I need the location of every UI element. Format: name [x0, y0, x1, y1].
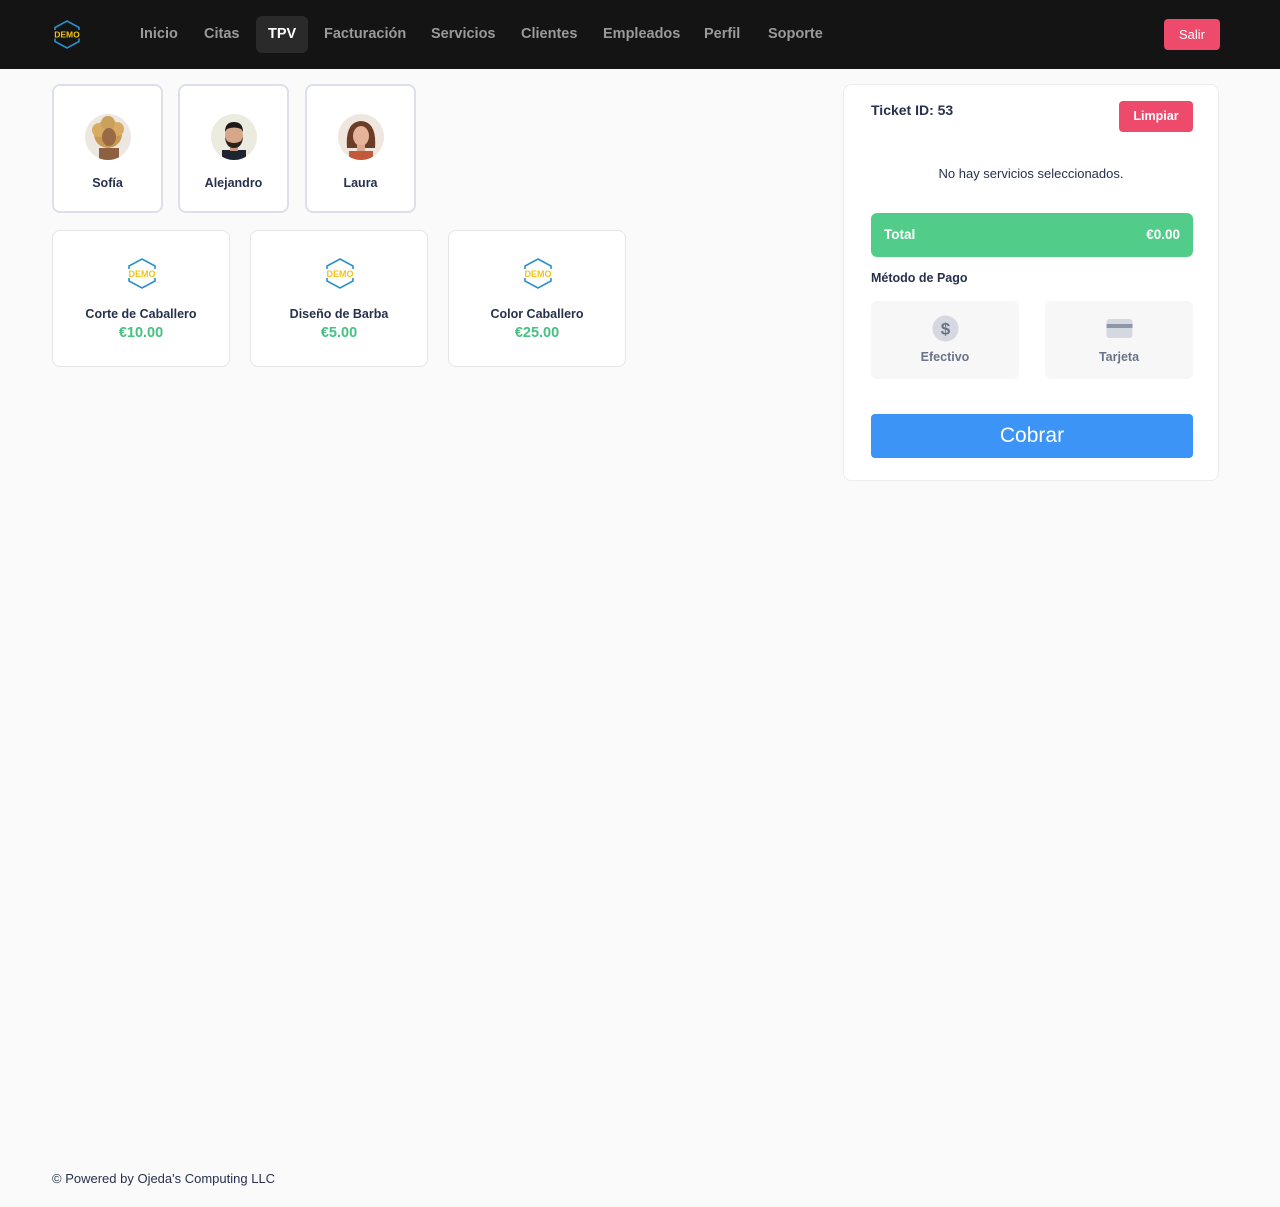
- total-bar: Total €0.00: [871, 213, 1193, 257]
- top-navbar: DEMO Inicio Citas TPV Facturación Servic…: [0, 0, 1280, 69]
- service-name: Corte de Caballero: [85, 307, 197, 321]
- service-card-color-caballero[interactable]: DEMO Color Caballero €25.00: [448, 230, 626, 367]
- avatar: [85, 114, 131, 160]
- empty-services-message: No hay servicios seleccionados.: [938, 166, 1124, 181]
- demo-logo-icon: DEMO: [128, 258, 156, 289]
- employee-card-sofia[interactable]: Sofía: [52, 84, 163, 213]
- clear-button[interactable]: Limpiar: [1119, 101, 1193, 132]
- svg-text:DEMO: DEMO: [54, 30, 80, 40]
- nav-empleados[interactable]: Empleados: [591, 16, 692, 53]
- employee-name: Sofía: [92, 176, 123, 190]
- employee-name: Laura: [343, 176, 378, 190]
- nav-soporte[interactable]: Soporte: [756, 16, 835, 53]
- ticket-panel: Ticket ID: 53 Limpiar No hay servicios s…: [843, 84, 1219, 481]
- service-name: Color Caballero: [490, 307, 584, 321]
- total-label: Total: [884, 227, 916, 242]
- demo-logo-icon: DEMO: [524, 258, 552, 289]
- service-price: €5.00: [320, 325, 358, 341]
- nav-clientes[interactable]: Clientes: [509, 16, 589, 53]
- service-price: €10.00: [118, 325, 164, 341]
- credit-card-icon: [1106, 319, 1133, 338]
- svg-text:DEMO: DEMO: [525, 269, 552, 279]
- service-card-corte-caballero[interactable]: DEMO Corte de Caballero €10.00: [52, 230, 230, 367]
- avatar: [338, 114, 384, 160]
- logout-button[interactable]: Salir: [1164, 19, 1220, 50]
- demo-logo-icon[interactable]: DEMO: [53, 20, 81, 49]
- total-value: €0.00: [1146, 227, 1180, 242]
- employee-card-laura[interactable]: Laura: [305, 84, 416, 213]
- nav-servicios[interactable]: Servicios: [419, 16, 508, 53]
- charge-button[interactable]: Cobrar: [871, 414, 1193, 458]
- payment-option-label: Efectivo: [920, 350, 970, 364]
- service-card-diseno-barba[interactable]: DEMO Diseño de Barba €5.00: [250, 230, 428, 367]
- employee-card-alejandro[interactable]: Alejandro: [178, 84, 289, 213]
- payment-option-label: Tarjeta: [1098, 350, 1140, 364]
- nav-tpv[interactable]: TPV: [256, 16, 309, 53]
- nav-inicio[interactable]: Inicio: [128, 16, 190, 53]
- payment-option-card[interactable]: Tarjeta: [1045, 301, 1193, 379]
- footer-text: © Powered by Ojeda's Computing LLC: [52, 1171, 276, 1186]
- employee-name: Alejandro: [204, 176, 263, 190]
- demo-logo-icon: DEMO: [326, 258, 354, 289]
- service-name: Diseño de Barba: [289, 307, 389, 321]
- svg-text:DEMO: DEMO: [327, 269, 354, 279]
- avatar: [211, 114, 257, 160]
- nav-facturacion[interactable]: Facturación: [312, 16, 418, 53]
- payment-method-title: Método de Pago: [871, 271, 968, 285]
- dollar-icon: $: [932, 315, 959, 342]
- ticket-id: Ticket ID: 53: [871, 102, 954, 118]
- nav-perfil[interactable]: Perfil: [692, 16, 752, 53]
- payment-option-cash[interactable]: $ Efectivo: [871, 301, 1019, 379]
- nav-citas[interactable]: Citas: [192, 16, 251, 53]
- svg-text:$: $: [941, 320, 951, 339]
- svg-text:DEMO: DEMO: [129, 269, 156, 279]
- service-price: €25.00: [514, 325, 560, 341]
